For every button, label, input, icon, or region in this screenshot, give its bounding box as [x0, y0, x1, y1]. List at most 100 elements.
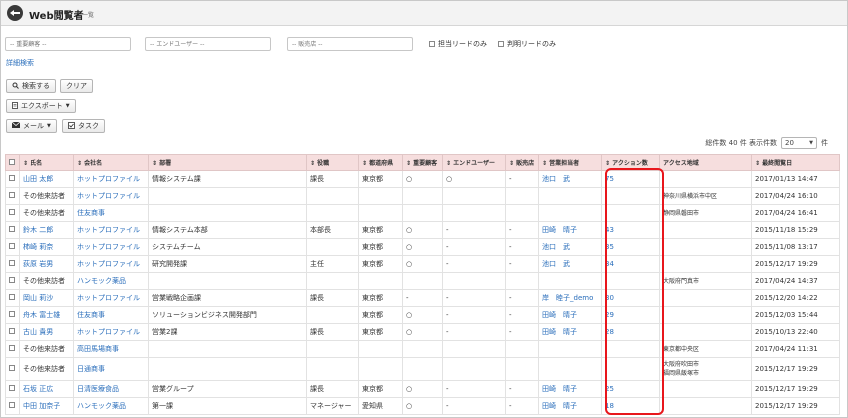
company-value[interactable]: 日通商事 — [77, 365, 105, 373]
company-value[interactable]: ホットプロファイル — [77, 175, 140, 183]
row-checkbox[interactable] — [9, 402, 15, 408]
cell-rep[interactable] — [538, 357, 602, 381]
column-header[interactable]: ⇕ 部署 — [148, 154, 307, 171]
end-user-input[interactable] — [145, 37, 271, 51]
cell-rep[interactable]: 池口 武 — [538, 238, 602, 256]
table-row[interactable]: 山田 太郎 ホットプロファイル 情報システム課 課長 東京都 ○ ○ - 池口 武 75 2017/… — [5, 170, 840, 188]
rep-value[interactable]: 田崎 晴子 — [542, 226, 577, 234]
name-value[interactable]: 山田 太郎 — [23, 175, 53, 183]
row-checkbox[interactable] — [9, 226, 15, 232]
cell-name[interactable]: 岡山 莉沙 — [19, 289, 74, 307]
name-value[interactable]: 石坂 正広 — [23, 385, 53, 393]
table-row[interactable]: 舟木 富士雄 住友商事 ソリューションビジネス開発部門 東京都 ○ - - 田崎 晴子 29 20… — [5, 306, 840, 324]
company-value[interactable]: ホットプロファイル — [77, 243, 140, 251]
cell-name[interactable]: 舟木 富士雄 — [19, 306, 74, 324]
name-value[interactable]: 岡山 莉沙 — [23, 294, 53, 302]
row-select-cell[interactable] — [5, 323, 20, 341]
rep-value[interactable]: 岸 睦子_demo — [542, 294, 593, 302]
row-checkbox[interactable] — [9, 328, 15, 334]
cell-name[interactable]: 古山 貴男 — [19, 323, 74, 341]
company-value[interactable]: ホットプロファイル — [77, 260, 140, 268]
name-value[interactable]: 鈴木 二郎 — [23, 226, 53, 234]
column-header[interactable]: ⇕ 会社名 — [73, 154, 149, 171]
rep-value[interactable]: 池口 武 — [542, 175, 570, 183]
row-select-cell[interactable] — [5, 306, 20, 324]
cell-company[interactable]: 日通商事 — [73, 357, 149, 381]
column-header[interactable]: ⇕ 氏名 — [19, 154, 74, 171]
cell-company[interactable]: ホットプロファイル — [73, 255, 149, 273]
cell-company[interactable]: ホットプロファイル — [73, 170, 149, 188]
company-value[interactable]: 高田馬場商事 — [77, 345, 119, 353]
row-checkbox[interactable] — [9, 311, 15, 317]
cell-rep[interactable] — [538, 187, 602, 205]
cell-company[interactable]: ホットプロファイル — [73, 221, 149, 239]
company-value[interactable]: ハンモック薬品 — [77, 402, 126, 410]
cell-company[interactable]: 高田馬場商事 — [73, 340, 149, 358]
row-select-cell[interactable] — [5, 340, 20, 358]
cell-name[interactable]: 柿崎 莉奈 — [19, 238, 74, 256]
identified-leads-checkbox[interactable]: 判明リードのみ — [498, 39, 556, 49]
table-row[interactable]: 岡山 莉沙 ホットプロファイル 営業戦略企画課 課長 東京都 - - - 岸 睦子_demo 30… — [5, 289, 840, 307]
company-value[interactable]: 日清医療食品 — [77, 385, 119, 393]
row-select-cell[interactable] — [5, 187, 20, 205]
row-checkbox[interactable] — [9, 260, 15, 266]
row-checkbox[interactable] — [9, 365, 15, 371]
row-select-cell[interactable] — [5, 380, 20, 398]
cell-rep[interactable] — [538, 204, 602, 222]
clear-button[interactable]: クリア — [60, 79, 93, 93]
cell-rep[interactable]: 田崎 晴子 — [538, 306, 602, 324]
table-row[interactable]: 石坂 正広 日清医療食品 営業グループ 課長 東京都 ○ - - 田崎 晴子 25 2015/12/… — [5, 380, 840, 398]
cell-company[interactable]: ホットプロファイル — [73, 187, 149, 205]
company-value[interactable]: 住友商事 — [77, 209, 105, 217]
dealer-input[interactable] — [287, 37, 413, 51]
cell-rep[interactable]: 田崎 晴子 — [538, 221, 602, 239]
column-header[interactable]: ⇕ 都道府県 — [358, 154, 403, 171]
column-header[interactable]: ⇕ 販売店 — [505, 154, 539, 171]
name-value[interactable]: 舟木 富士雄 — [23, 311, 60, 319]
column-header[interactable]: ⇕ 最終閲覧日 — [751, 154, 840, 171]
cell-name[interactable]: 石坂 正広 — [19, 380, 74, 398]
row-checkbox[interactable] — [9, 277, 15, 283]
company-value[interactable]: 住友商事 — [77, 311, 105, 319]
mail-button[interactable]: メール ▼ — [6, 119, 57, 133]
table-row[interactable]: その他来訪者 ホットプロファイル 神奈川県横浜市中区 2017/04/24 16:10 — [5, 187, 840, 205]
name-value[interactable]: 荻原 岩男 — [23, 260, 53, 268]
rep-value[interactable]: 田崎 晴子 — [542, 402, 577, 410]
table-row[interactable]: 荻原 岩男 ホットプロファイル 研究開発課 主任 東京都 ○ - - 池口 武 34 2015/12… — [5, 255, 840, 273]
cell-company[interactable]: ホットプロファイル — [73, 323, 149, 341]
column-header[interactable]: ⇕ エンドユーザー — [442, 154, 506, 171]
cell-company[interactable]: 住友商事 — [73, 204, 149, 222]
company-value[interactable]: ホットプロファイル — [77, 192, 140, 200]
detail-search-link[interactable]: 詳細検索 — [6, 58, 34, 68]
column-header[interactable]: ⇕ 営業担当者 — [538, 154, 602, 171]
row-select-cell[interactable] — [5, 221, 20, 239]
row-checkbox[interactable] — [9, 385, 15, 391]
table-row[interactable]: 柿崎 莉奈 ホットプロファイル システムチーム 東京都 ○ - - 池口 武 35 2015/11… — [5, 238, 840, 256]
cell-name[interactable]: 中田 加奈子 — [19, 397, 74, 415]
row-select-cell[interactable] — [5, 357, 20, 381]
cell-rep[interactable]: 池口 武 — [538, 255, 602, 273]
table-row[interactable]: 鈴木 二郎 ホットプロファイル 情報システム本部 本部長 東京都 ○ - - 田崎 晴子 43 20… — [5, 221, 840, 239]
row-checkbox[interactable] — [9, 294, 15, 300]
cell-company[interactable]: ホットプロファイル — [73, 289, 149, 307]
row-select-cell[interactable] — [5, 272, 20, 290]
important-customer-input[interactable] — [5, 37, 131, 51]
cell-rep[interactable] — [538, 340, 602, 358]
cell-company[interactable]: ハンモック薬品 — [73, 272, 149, 290]
rep-value[interactable]: 田崎 晴子 — [542, 311, 577, 319]
search-button[interactable]: 検索する — [6, 79, 56, 93]
rep-value[interactable]: 田崎 晴子 — [542, 328, 577, 336]
task-button[interactable]: タスク — [62, 119, 105, 133]
cell-company[interactable]: 日清医療食品 — [73, 380, 149, 398]
table-row[interactable]: その他来訪者 日通商事 大阪府吹田市 福岡県飯塚市 2015/12/17 19:29 — [5, 357, 840, 381]
cell-rep[interactable] — [538, 272, 602, 290]
select-all-cell[interactable] — [5, 154, 20, 171]
table-row[interactable]: その他来訪者 ハンモック薬品 大阪府門真市 2017/04/24 14:37 — [5, 272, 840, 290]
name-value[interactable]: 古山 貴男 — [23, 328, 53, 336]
company-value[interactable]: ハンモック薬品 — [77, 277, 126, 285]
cell-company[interactable]: ホットプロファイル — [73, 238, 149, 256]
row-checkbox[interactable] — [9, 175, 15, 181]
export-button[interactable]: エクスポート ▼ — [6, 99, 76, 113]
cell-name[interactable]: 山田 太郎 — [19, 170, 74, 188]
table-row[interactable]: その他来訪者 高田馬場商事 東京都中央区 2017/04/24 11:31 — [5, 340, 840, 358]
